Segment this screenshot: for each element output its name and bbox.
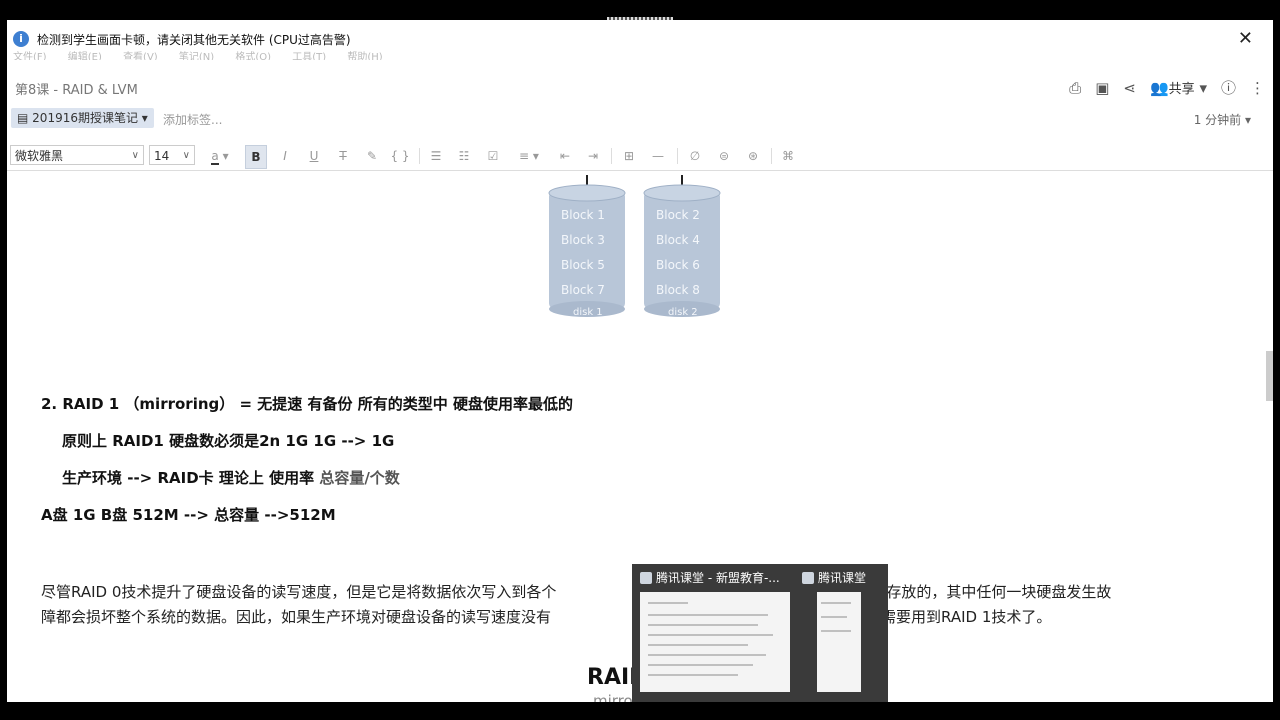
scrollbar[interactable]: [1266, 351, 1273, 401]
raid1-principle: 原则上 RAID1 硬盘数必须是2n 1G 1G --> 1G: [62, 432, 395, 450]
share-label: 共享: [1168, 82, 1195, 97]
font-size-value: 14: [154, 149, 170, 163]
tag-bar: ▤ 201916期授课笔记 ▾ 添加标签... 1 分钟前 ▾: [7, 106, 1273, 132]
tencent-classroom-icon: [802, 572, 814, 584]
paragraph-line-2a: 障都会损坏整个系统的数据。因此，如果生产环境对硬盘设备的读写速度没有: [41, 608, 552, 626]
bullet-list-icon[interactable]: ☰: [426, 145, 446, 167]
menu-file[interactable]: 文件(F): [13, 52, 47, 60]
menu-bar: 文件(F) 编辑(E) 查看(V) 笔记(N) 格式(O) 工具(T) 帮助(H…: [13, 48, 401, 60]
users-icon: 👥: [1149, 79, 1169, 97]
disk1-label: disk 1: [573, 307, 603, 318]
preview-item-1[interactable]: 腾讯课堂 - 新盟教育-...: [640, 568, 780, 588]
font-size-select[interactable]: 14 ∨: [149, 145, 195, 165]
code-button[interactable]: { }: [390, 145, 410, 167]
italic-button[interactable]: I: [275, 145, 295, 167]
image-icon[interactable]: ⊜: [714, 145, 734, 167]
raid1-capacity-formula: 总容量/个数: [319, 469, 400, 487]
underline-button[interactable]: U: [304, 145, 324, 167]
raid1-figure-subtitle: mirro: [593, 692, 633, 702]
notebook-name: 201916期授课笔记: [32, 111, 138, 125]
toolbar-divider: [771, 148, 772, 164]
saved-status[interactable]: 1 分钟前 ▾: [1194, 111, 1251, 128]
toolbar-divider: [677, 148, 678, 164]
saved-time: 1 分钟前: [1193, 113, 1242, 127]
font-color-button[interactable]: a ▾: [205, 145, 235, 167]
paragraph-line-1: 尽管RAID 0技术提升了硬盘设备的读写速度，但是它是将数据依次写入到各个 据是分…: [41, 581, 1111, 602]
preview-item-1-title: 腾讯课堂 - 新盟教育-...: [656, 571, 780, 585]
strikethrough-button[interactable]: T: [333, 145, 353, 167]
warning-banner: i 检测到学生画面卡顿，请关闭其他无关软件 (CPU过高告警) ✕: [7, 28, 1273, 50]
raid0-disk-diagram: Block 1 Block 3 Block 5 Block 7 disk 1 B…: [548, 175, 721, 318]
menu-format[interactable]: 格式(O): [235, 52, 271, 60]
menu-help[interactable]: 帮助(H): [347, 52, 382, 60]
disk1-block-1: Block 1: [561, 208, 605, 222]
toolbar-divider: [611, 148, 612, 164]
tencent-classroom-icon: [640, 572, 652, 584]
paragraph-line-2: 障都会损坏整个系统的数据。因此，如果生产环境对硬盘设备的读写速度没有 性时，就需要…: [41, 606, 1051, 627]
horizontal-rule-icon[interactable]: —: [648, 145, 668, 167]
preview-item-2[interactable]: 腾讯课堂: [802, 568, 866, 588]
disk1-block-5: Block 5: [561, 258, 605, 272]
share-button[interactable]: 👥共享 ▾: [1150, 78, 1207, 97]
screenshot-icon[interactable]: ⊛: [743, 145, 763, 167]
align-icon[interactable]: ≡ ▾: [514, 145, 544, 167]
disk1-block-3: Block 3: [561, 233, 605, 247]
bold-button[interactable]: B: [245, 145, 267, 169]
note-app-window: i 检测到学生画面卡顿，请关闭其他无关软件 (CPU过高告警) ✕ 文件(F) …: [7, 20, 1273, 702]
font-family-select[interactable]: 微软雅黑 ∨: [10, 145, 144, 165]
format-toolbar: 微软雅黑 ∨ 14 ∨ a ▾ B I U T ✎ { } ☰ ☷ ☑ ≡ ▾ ⇤ …: [7, 142, 1273, 171]
note-title[interactable]: 第8课 - RAID & LVM: [15, 79, 138, 98]
chevron-down-icon: ∨: [131, 150, 139, 161]
menu-tools[interactable]: 工具(T): [292, 52, 326, 60]
disk2-block-8: Block 8: [656, 283, 700, 297]
taskbar-preview-popup: 腾讯课堂 - 新盟教育-... 腾讯课堂: [632, 564, 888, 702]
menu-view[interactable]: 查看(V): [123, 52, 158, 60]
disk1-block-7: Block 7: [561, 283, 605, 297]
title-bar: 第8课 - RAID & LVM ⎙ ▣ ⋖ 👥共享 ▾ ⓘ ⋮: [7, 75, 1273, 101]
disk2-block-2: Block 2: [656, 208, 700, 222]
raid1-production-text: 生产环境 --> RAID卡 理论上 使用率: [62, 469, 320, 487]
title-actions: ⎙ ▣ ⋖ 👥共享 ▾ ⓘ ⋮: [1069, 77, 1265, 98]
raid1-heading: 2. RAID 1 （mirroring） = 无提速 有备份 所有的类型中 硬…: [41, 395, 573, 413]
close-icon[interactable]: ✕: [1238, 28, 1253, 49]
toolbar-divider: [419, 148, 420, 164]
warning-text: 检测到学生画面卡顿，请关闭其他无关软件 (CPU过高告警): [37, 33, 351, 47]
share-network-icon[interactable]: ⋖: [1123, 79, 1136, 97]
table-icon[interactable]: ⊞: [619, 145, 639, 167]
notebook-selector[interactable]: ▤ 201916期授课笔记 ▾: [11, 108, 154, 128]
disk2-block-6: Block 6: [656, 258, 700, 272]
more-tools-icon[interactable]: ⌘: [778, 145, 798, 167]
indent-icon[interactable]: ⇥: [583, 145, 603, 167]
disk2-label: disk 2: [668, 307, 698, 318]
info-icon: i: [13, 31, 29, 47]
paragraph-line-1a: 尽管RAID 0技术提升了硬盘设备的读写速度，但是它是将数据依次写入到各个: [41, 583, 557, 601]
raid1-production: 生产环境 --> RAID卡 理论上 使用率 总容量/个数: [62, 467, 400, 488]
info-circle-icon[interactable]: ⓘ: [1221, 77, 1236, 98]
checklist-icon[interactable]: ☑: [483, 145, 503, 167]
present-icon[interactable]: ▣: [1095, 79, 1109, 97]
disk-1: Block 1 Block 3 Block 5 Block 7 disk 1: [548, 184, 626, 318]
print-icon[interactable]: ⎙: [1069, 79, 1081, 97]
more-icon[interactable]: ⋮: [1250, 79, 1265, 97]
highlight-icon[interactable]: ✎: [362, 145, 382, 167]
menu-edit[interactable]: 编辑(E): [68, 52, 102, 60]
raid1-example: A盘 1G B盘 512M --> 总容量 -->512M: [41, 506, 336, 524]
disk-2: Block 2 Block 4 Block 6 Block 8 disk 2: [643, 184, 721, 318]
font-family-value: 微软雅黑: [15, 149, 64, 163]
notebook-icon: ▤: [17, 111, 29, 125]
preview-thumbnail-2[interactable]: [817, 592, 861, 692]
menu-note[interactable]: 笔记(N): [179, 52, 214, 60]
disk2-block-4: Block 4: [656, 233, 700, 247]
outdent-icon[interactable]: ⇤: [555, 145, 575, 167]
numbered-list-icon[interactable]: ☷: [454, 145, 474, 167]
preview-thumbnail-1[interactable]: [640, 592, 790, 692]
attachment-icon[interactable]: ∅: [685, 145, 705, 167]
chevron-down-icon: ∨: [182, 150, 190, 161]
add-tag-link[interactable]: 添加标签...: [163, 111, 222, 128]
preview-item-2-title: 腾讯课堂: [818, 571, 867, 585]
